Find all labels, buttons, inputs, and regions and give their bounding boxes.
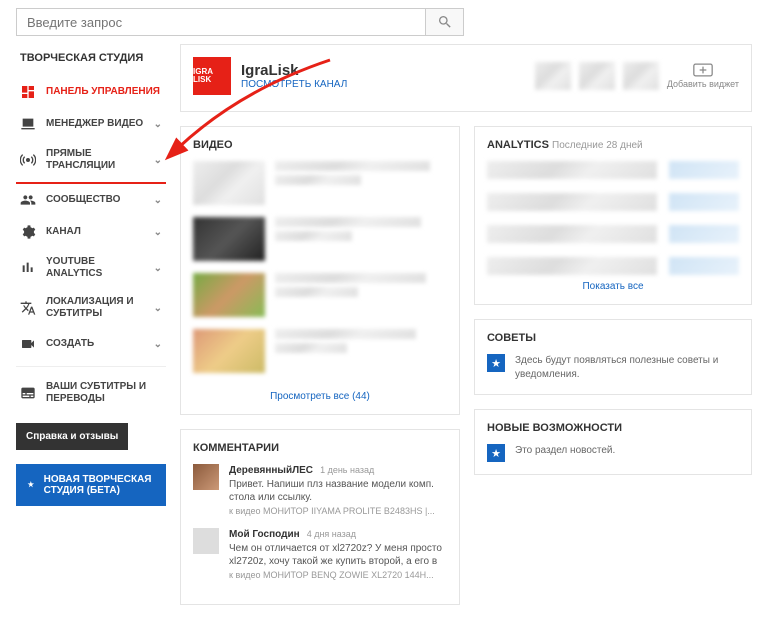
gear-icon	[20, 224, 36, 240]
chevron-down-icon: ⌄	[154, 303, 162, 314]
chevron-down-icon: ⌄	[154, 155, 162, 166]
chevron-down-icon: ⌄	[154, 227, 162, 238]
avatar	[193, 464, 219, 490]
channel-name: IgraLisk	[241, 62, 347, 79]
chevron-down-icon: ⌄	[154, 263, 162, 274]
widget-icon	[693, 63, 713, 77]
comment-ref: к видео МОНИТОР IIYAMA PROLITE B2483HS |…	[229, 506, 447, 516]
chevron-down-icon: ⌄	[154, 339, 162, 350]
comment-author: ДеревянныйЛЕС	[229, 465, 313, 476]
video-thumb	[193, 161, 265, 205]
analytics-show-all-link[interactable]: Показать все	[487, 275, 739, 292]
comment-ref: к видео МОНИТОР BENQ ZOWIE XL2720 144H..…	[229, 570, 447, 580]
view-channel-link[interactable]: ПОСМОТРЕТЬ КАНАЛ	[241, 79, 347, 90]
sidebar-item-create[interactable]: СОЗДАТЬ ⌄	[16, 328, 166, 360]
search-icon	[437, 14, 453, 30]
subtitles-icon	[20, 385, 36, 401]
sidebar-item-channel[interactable]: КАНАЛ ⌄	[16, 216, 166, 248]
video-thumb	[193, 217, 265, 261]
star-icon: ★	[487, 354, 505, 372]
tips-title: СОВЕТЫ	[487, 332, 739, 344]
news-card: НОВЫЕ ВОЗМОЖНОСТИ ★ Это раздел новостей.	[474, 409, 752, 475]
community-icon	[20, 192, 36, 208]
sidebar-title: ТВОРЧЕСКАЯ СТУДИЯ	[16, 44, 166, 76]
star-icon: ★	[487, 444, 505, 462]
comments-card: КОММЕНТАРИИ ДеревянныйЛЕС 1 день назад П…	[180, 429, 460, 605]
video-row[interactable]	[193, 273, 447, 317]
new-studio-icon	[26, 477, 36, 493]
comment-author: Мой Господин	[229, 529, 300, 540]
sidebar: ТВОРЧЕСКАЯ СТУДИЯ ПАНЕЛЬ УПРАВЛЕНИЯ МЕНЕ…	[16, 44, 166, 619]
header-thumb	[579, 62, 615, 90]
channel-header-card: IGRA LISK IgraLisk ПОСМОТРЕТЬ КАНАЛ Доба…	[180, 44, 752, 112]
videos-title: ВИДЕО	[193, 139, 447, 151]
sidebar-item-dashboard[interactable]: ПАНЕЛЬ УПРАВЛЕНИЯ	[16, 76, 166, 108]
video-row[interactable]	[193, 217, 447, 261]
tip-text: Здесь будут появляться полезные советы и…	[515, 354, 739, 382]
sidebar-item-analytics[interactable]: YOUTUBE ANALYTICS ⌄	[16, 248, 166, 288]
sidebar-item-localization[interactable]: ЛОКАЛИЗАЦИЯ И СУБТИТРЫ ⌄	[16, 288, 166, 328]
avatar	[193, 528, 219, 554]
search-input[interactable]	[16, 8, 426, 36]
translate-icon	[20, 300, 36, 316]
comment-time: 1 день назад	[320, 465, 374, 475]
sidebar-item-video-manager[interactable]: МЕНЕДЖЕР ВИДЕО ⌄	[16, 108, 166, 140]
news-title: НОВЫЕ ВОЗМОЖНОСТИ	[487, 422, 739, 434]
feedback-button[interactable]: Справка и отзывы	[16, 423, 128, 450]
comment-row[interactable]: Мой Господин 4 дня назад Чем он отличает…	[193, 528, 447, 580]
analytics-icon	[20, 260, 36, 276]
sidebar-item-your-subtitles[interactable]: ВАШИ СУБТИТРЫ И ПЕРЕВОДЫ	[16, 373, 166, 413]
header-thumb	[535, 62, 571, 90]
video-row[interactable]	[193, 329, 447, 373]
create-icon	[20, 336, 36, 352]
analytics-card: ANALYTICS Последние 28 дней Показать все	[474, 126, 752, 305]
comment-time: 4 дня назад	[307, 529, 356, 539]
new-studio-button[interactable]: НОВАЯ ТВОРЧЕСКАЯ СТУДИЯ (БЕТА)	[16, 464, 166, 506]
analytics-title: ANALYTICS Последние 28 дней	[487, 139, 739, 151]
videos-card: ВИДЕО	[180, 126, 460, 415]
news-text: Это раздел новостей.	[515, 444, 615, 458]
sidebar-item-community[interactable]: СООБЩЕСТВО ⌄	[16, 184, 166, 216]
comment-text: Чем он отличается от xl2720z? У меня про…	[229, 542, 447, 568]
comments-title: КОММЕНТАРИИ	[193, 442, 447, 454]
add-widget-button[interactable]: Добавить виджет	[667, 63, 739, 89]
comment-text: Привет. Напиши плз название модели комп.…	[229, 478, 447, 504]
video-thumb	[193, 273, 265, 317]
header-thumb	[623, 62, 659, 90]
comment-row[interactable]: ДеревянныйЛЕС 1 день назад Привет. Напиш…	[193, 464, 447, 516]
tips-card: СОВЕТЫ ★ Здесь будут появляться полезные…	[474, 319, 752, 395]
dashboard-icon	[20, 84, 36, 100]
live-icon	[20, 152, 36, 168]
chevron-down-icon: ⌄	[154, 195, 162, 206]
search-button[interactable]	[426, 8, 464, 36]
sidebar-item-live[interactable]: ПРЯМЫЕ ТРАНСЛЯЦИИ ⌄	[16, 140, 166, 184]
view-all-videos-link[interactable]: Просмотреть все (44)	[193, 385, 447, 402]
channel-logo: IGRA LISK	[193, 57, 231, 95]
video-row[interactable]	[193, 161, 447, 205]
video-icon	[20, 116, 36, 132]
chevron-down-icon: ⌄	[154, 119, 162, 130]
video-thumb	[193, 329, 265, 373]
